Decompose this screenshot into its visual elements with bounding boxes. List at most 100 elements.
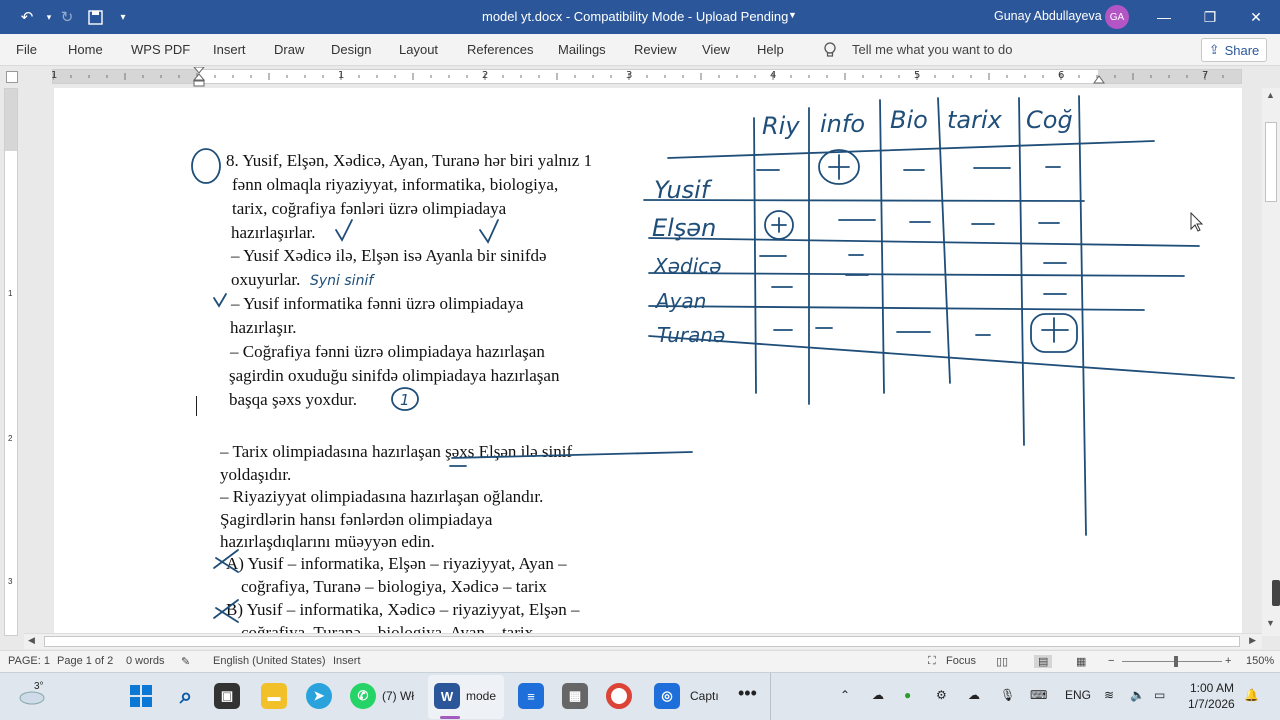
user-name[interactable]: Gunay Abdullayeva	[994, 9, 1102, 23]
search-icon[interactable]: ⌕	[173, 683, 199, 709]
word-label[interactable]: mode	[466, 689, 496, 703]
share-button[interactable]: ⇪ Share	[1201, 38, 1267, 62]
proofing-icon[interactable]: ✎	[181, 655, 190, 668]
avatar[interactable]: GA	[1105, 5, 1129, 29]
calculator-icon[interactable]: ▦	[562, 683, 588, 709]
redo-icon[interactable]: ↻	[56, 7, 78, 27]
clock-time[interactable]: 1:00 AM	[1190, 681, 1234, 695]
tab-selector[interactable]	[6, 71, 18, 83]
zoom-out-icon[interactable]: −	[1108, 655, 1114, 667]
ruler-number: 5	[914, 70, 921, 81]
word-icon[interactable]: W	[434, 683, 460, 709]
tab-mailings[interactable]: Mailings	[558, 42, 606, 57]
tab-references[interactable]: References	[467, 42, 533, 57]
horizontal-scrollbar[interactable]: ◀ ▶	[24, 633, 1262, 649]
microphone-icon[interactable]: 🎙	[1000, 688, 1015, 702]
taskbar: 3° ⌕ ▣ ▬ ➤ ✆ (7) Wł W mode ≡ ▦ ◎ Captı •…	[0, 672, 1280, 720]
status-language[interactable]: English (United States)	[213, 655, 326, 667]
capture-icon[interactable]: ◎	[654, 683, 680, 709]
ink-annotations: Riy info Bio tarix Coğ Yusif Elşən Xədic…	[191, 95, 1235, 623]
ruler-number: 1	[338, 70, 345, 81]
indent-marker-icon[interactable]	[193, 67, 205, 87]
ink-col-info: info	[820, 110, 865, 138]
document-page[interactable]: 8. Yusif, Elşən, Xədicə, Ayan, Turanə hə…	[54, 88, 1242, 636]
onedrive-icon[interactable]: ☁	[872, 688, 884, 702]
tab-wps-pdf[interactable]: WPS PDF	[131, 42, 190, 57]
keyboard-icon[interactable]: ⌨	[1030, 688, 1047, 702]
save-icon[interactable]	[84, 7, 106, 27]
focus-icon[interactable]: ⛶	[928, 655, 936, 668]
notification-icon[interactable]: 🔔	[1244, 688, 1259, 702]
ink-circled-number: 1	[400, 391, 410, 409]
whatsapp-label[interactable]: (7) Wł	[382, 689, 414, 703]
status-mode[interactable]: Insert	[333, 655, 361, 667]
zoom-slider[interactable]	[1122, 661, 1222, 662]
status-page-of[interactable]: Page 1 of 2	[57, 655, 113, 667]
ink-col-riy: Riy	[762, 112, 800, 140]
ink-col-cog: Coğ	[1026, 106, 1073, 134]
tell-me-search[interactable]: Tell me what you want to do	[852, 42, 1012, 57]
whatsapp-icon[interactable]: ✆	[350, 683, 376, 709]
telegram-icon[interactable]: ➤	[306, 683, 332, 709]
ruler-number: 3	[626, 70, 633, 81]
scroll-up-icon[interactable]: ▲	[1266, 90, 1275, 100]
chevron-up-icon[interactable]: ⌃	[840, 688, 850, 702]
close-button[interactable]: ✕	[1233, 0, 1279, 34]
vertical-scrollbar[interactable]: ▲ ▼	[1262, 88, 1280, 636]
vertical-ruler[interactable]: 1 2 3	[4, 88, 18, 636]
title-bar: ↶ ▾ ↻ ▾ model yt.docx - Compatibility Mo…	[0, 0, 1280, 34]
tab-review[interactable]: Review	[634, 42, 677, 57]
zoom-in-icon[interactable]: +	[1225, 655, 1231, 667]
chevron-down-icon[interactable]: ▼	[788, 10, 797, 20]
customize-toolbar-icon[interactable]: ▾	[112, 7, 134, 27]
tab-design[interactable]: Design	[331, 42, 371, 57]
print-layout-icon[interactable]: ▤	[1034, 655, 1053, 668]
start-icon[interactable]	[128, 683, 154, 709]
tab-help[interactable]: Help	[757, 42, 784, 57]
horizontal-ruler[interactable]: 1 1 2 3 4 5 6 7	[51, 67, 1242, 87]
ink-row-xedice: Xədicə	[653, 254, 722, 278]
ruler-number: 2	[8, 434, 13, 443]
tab-insert[interactable]: Insert	[213, 42, 246, 57]
tab-file[interactable]: File	[16, 42, 37, 57]
status-word-count[interactable]: 0 words	[126, 655, 165, 667]
weather-temp[interactable]: 3°	[34, 681, 44, 692]
volume-icon[interactable]: 🔈	[1130, 688, 1145, 702]
text-caret	[196, 396, 197, 416]
share-label: Share	[1224, 42, 1260, 58]
right-indent-marker-icon[interactable]	[1093, 75, 1105, 84]
file-explorer-icon[interactable]: ▬	[261, 683, 287, 709]
zoom-slider-thumb[interactable]	[1174, 656, 1178, 667]
tab-view[interactable]: View	[702, 42, 730, 57]
task-view-icon[interactable]: ▣	[214, 683, 240, 709]
scroll-down-icon[interactable]: ▼	[1266, 618, 1275, 628]
ruler-number: 7	[1202, 70, 1209, 81]
minimize-button[interactable]: —	[1141, 0, 1187, 34]
restore-button[interactable]: ❐	[1187, 0, 1233, 34]
focus-button[interactable]: Focus	[946, 655, 976, 667]
language-indicator[interactable]: ENG	[1065, 688, 1091, 702]
undo-icon[interactable]: ↶	[16, 7, 38, 27]
read-mode-icon[interactable]: ▯▯	[996, 655, 1008, 668]
network-status-icon[interactable]: ⚙	[936, 688, 947, 702]
status-page[interactable]: PAGE: 1	[8, 655, 50, 667]
zoom-level[interactable]: 150%	[1246, 655, 1274, 667]
wifi-icon[interactable]: ≋	[1104, 688, 1114, 702]
tab-draw[interactable]: Draw	[274, 42, 304, 57]
cloud-sync-icon[interactable]: ☁	[968, 688, 980, 702]
tab-home[interactable]: Home	[68, 42, 103, 57]
wps-icon[interactable]: ●	[904, 688, 911, 702]
web-layout-icon[interactable]: ▦	[1076, 655, 1086, 668]
document-title[interactable]: model yt.docx - Compatibility Mode - Upl…	[482, 9, 788, 24]
ruler-number: 2	[482, 70, 489, 81]
chrome-icon[interactable]	[606, 683, 632, 709]
battery-icon[interactable]: ▭	[1154, 688, 1165, 702]
scroll-right-icon[interactable]: ▶	[1249, 635, 1256, 646]
scroll-left-icon[interactable]: ◀	[28, 635, 35, 646]
tab-layout[interactable]: Layout	[399, 42, 438, 57]
clock-date[interactable]: 1/7/2026	[1188, 697, 1235, 711]
capture-label[interactable]: Captı	[690, 689, 719, 703]
scroll-handle[interactable]	[1272, 580, 1280, 606]
notepad-icon[interactable]: ≡	[518, 683, 544, 709]
more-apps-icon[interactable]: •••	[738, 683, 757, 704]
